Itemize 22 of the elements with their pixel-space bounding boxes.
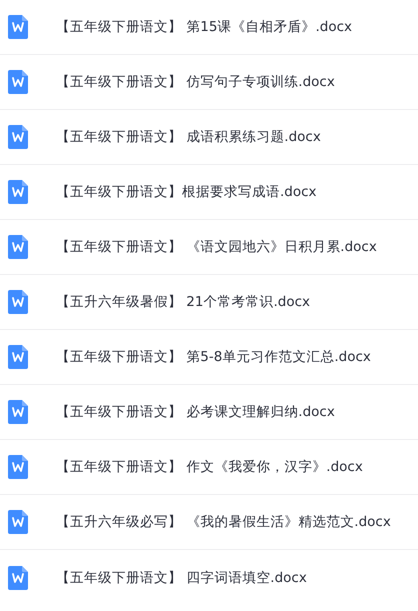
file-name[interactable]: 【五升六年级暑假】 21个常考常识.docx	[56, 293, 310, 311]
word-document-icon	[8, 235, 28, 259]
word-document-icon	[8, 455, 28, 479]
file-name[interactable]: 【五年级下册语文】 仿写句子专项训练.docx	[56, 73, 335, 91]
file-name[interactable]: 【五升六年级必写】 《我的暑假生活》精选范文.docx	[56, 513, 391, 531]
file-name[interactable]: 【五年级下册语文】 作文《我爱你，汉字》.docx	[56, 458, 363, 476]
word-document-icon	[8, 345, 28, 369]
file-name[interactable]: 【五年级下册语文】 《语文园地六》日积月累.docx	[56, 238, 377, 256]
file-name[interactable]: 【五年级下册语文】 必考课文理解归纳.docx	[56, 403, 335, 421]
word-document-icon	[8, 180, 28, 204]
word-document-icon	[8, 15, 28, 39]
word-document-icon	[8, 566, 28, 590]
file-name[interactable]: 【五年级下册语文】根据要求写成语.docx	[56, 183, 317, 201]
file-name[interactable]: 【五年级下册语文】 第15课《自相矛盾》.docx	[56, 18, 352, 36]
word-document-icon	[8, 70, 28, 94]
file-name[interactable]: 【五年级下册语文】 成语积累练习题.docx	[56, 128, 321, 146]
word-document-icon	[8, 510, 28, 534]
word-document-icon	[8, 290, 28, 314]
word-document-icon	[8, 400, 28, 424]
file-name[interactable]: 【五年级下册语文】 第5-8单元习作范文汇总.docx	[56, 348, 371, 366]
word-document-icon	[8, 125, 28, 149]
file-name[interactable]: 【五年级下册语文】 四字词语填空.docx	[56, 568, 307, 586]
